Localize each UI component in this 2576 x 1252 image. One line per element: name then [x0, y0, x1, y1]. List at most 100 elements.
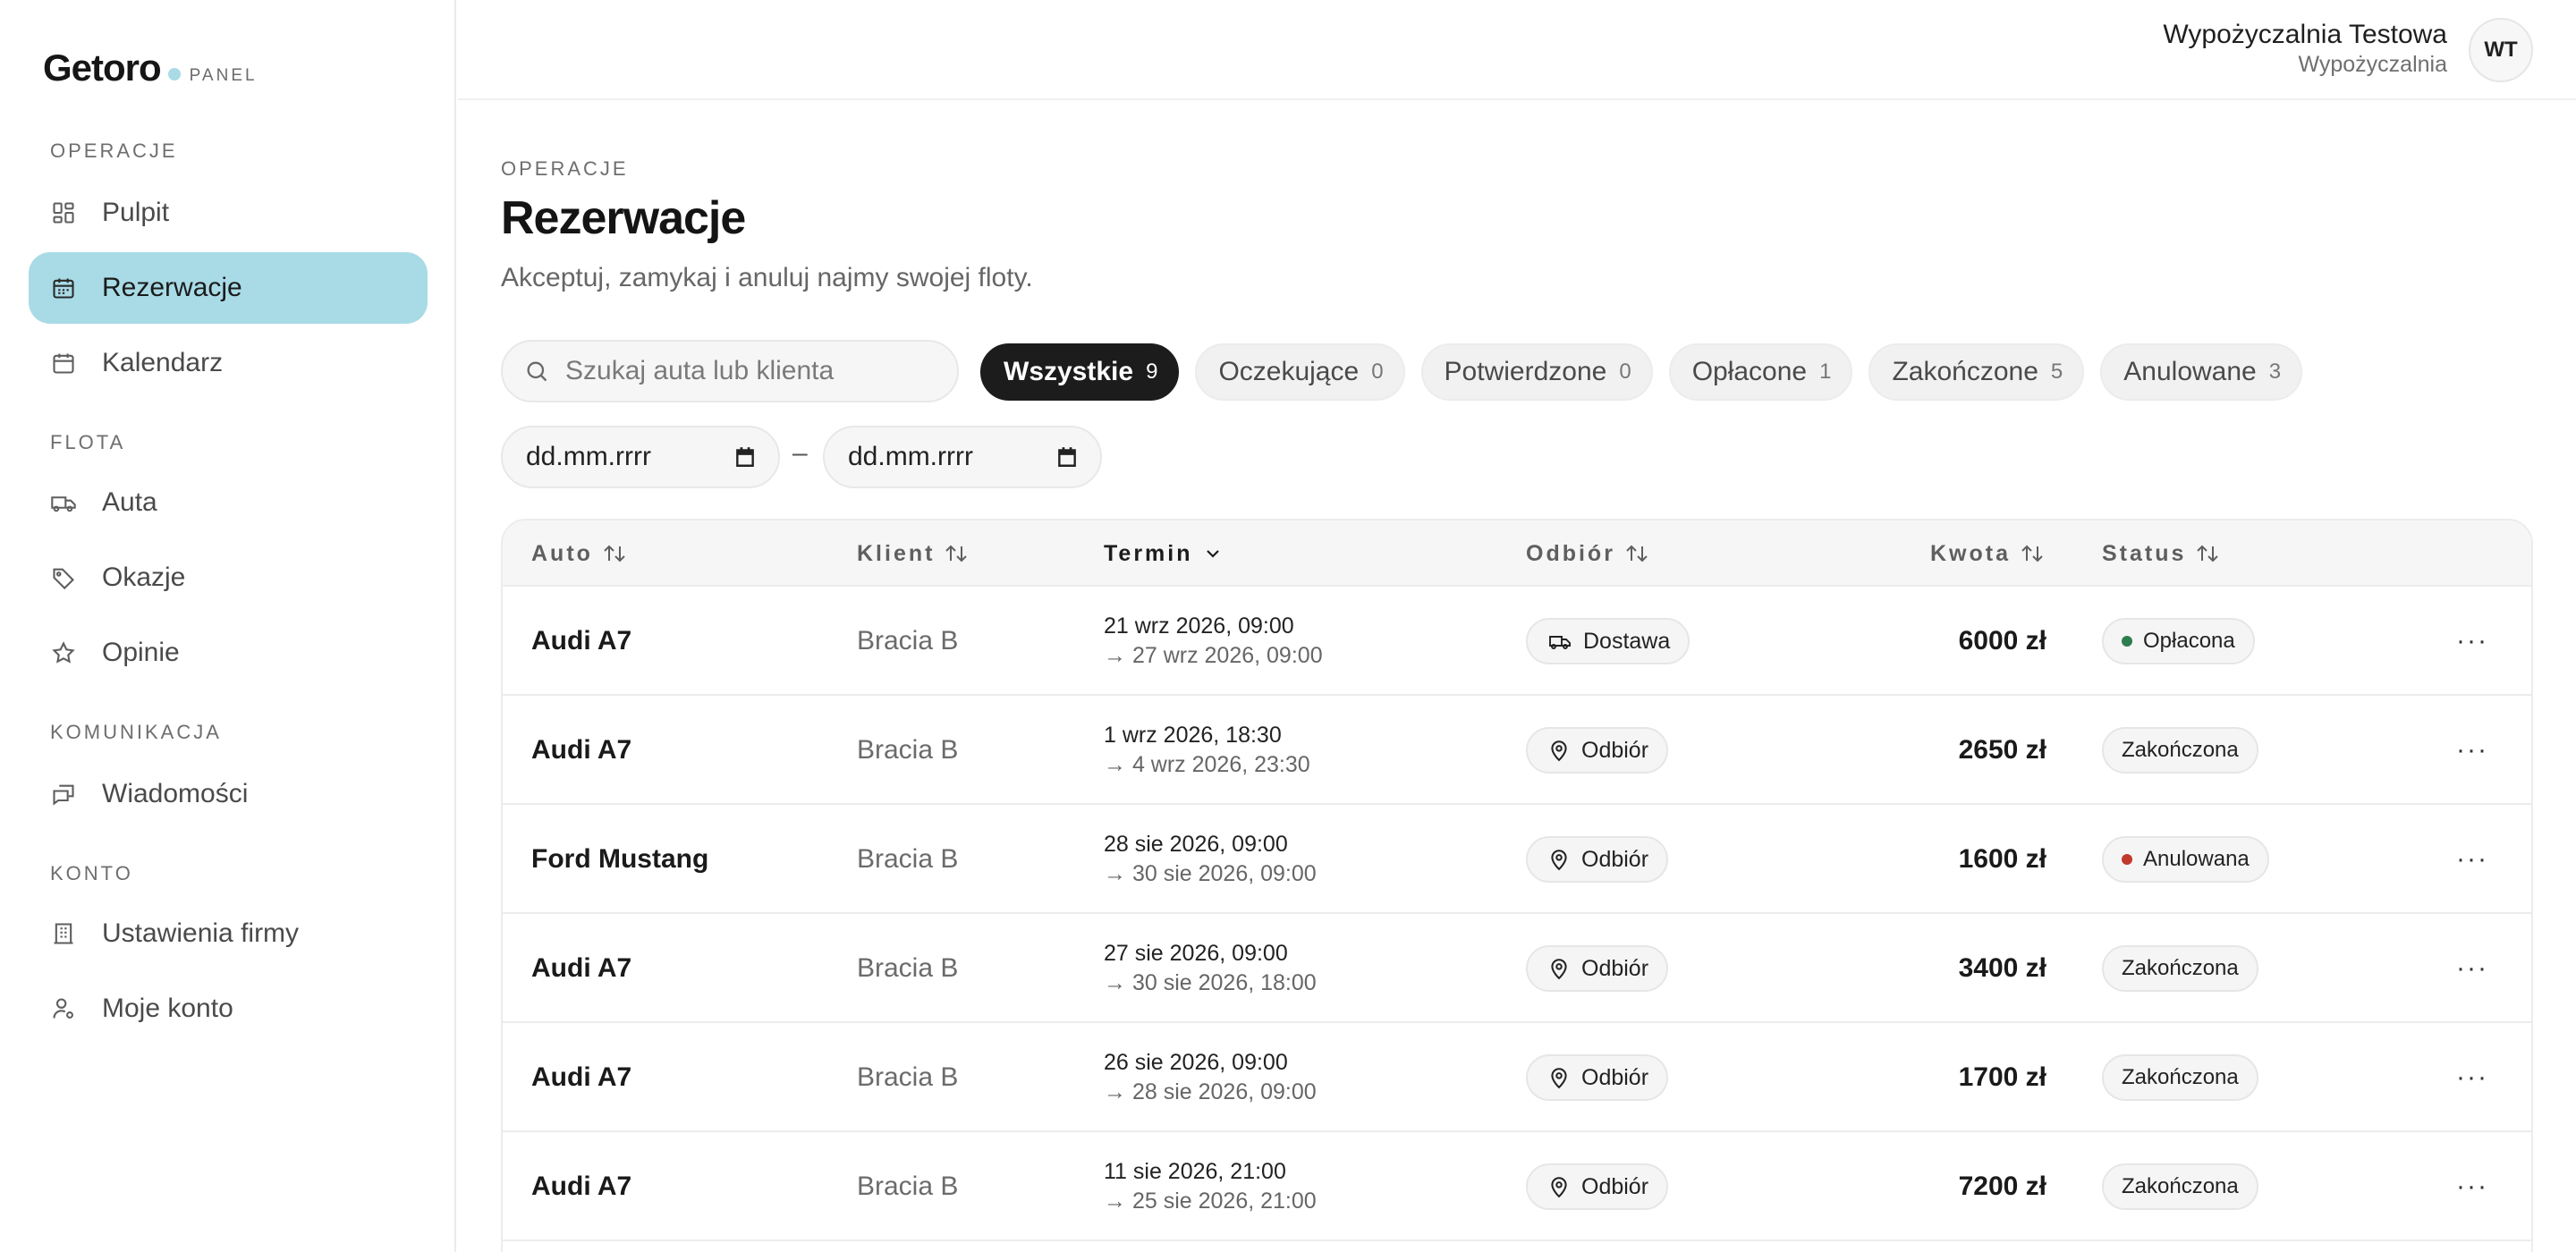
table-row[interactable]: Audi A7 Bracia B 21 wrz 2026, 09:00 → 27 wr…	[503, 587, 2531, 696]
row-actions-button[interactable]: ···	[2445, 587, 2499, 696]
status-badge: Zakończona	[2102, 945, 2258, 992]
tab-anulowane[interactable]: Anulowane 3	[2100, 343, 2303, 401]
sidebar-item-label: Okazje	[102, 563, 186, 592]
pickup-cell: Odbiór	[1526, 1023, 1669, 1132]
table-body: Audi A7 Bracia B 21 wrz 2026, 09:00 → 27 wr…	[503, 587, 2531, 1241]
row-actions-button[interactable]: ···	[2445, 805, 2499, 914]
pickup-badge: Odbiór	[1526, 1163, 1669, 1210]
avatar[interactable]: WT	[2469, 18, 2533, 82]
sidebar-item-wiadomosci[interactable]: Wiadomości	[29, 758, 428, 830]
tab-potwierdzone[interactable]: Potwierdzone 0	[1420, 343, 1653, 401]
status-badge: Zakończona	[2102, 1054, 2258, 1101]
term-end: → 25 sie 2026, 21:00	[1104, 1189, 1317, 1214]
sidebar-item-pulpit[interactable]: Pulpit	[29, 177, 428, 249]
sort-icon	[2195, 543, 2220, 564]
tab-count: 9	[1146, 360, 1158, 384]
row-actions-button[interactable]: ···	[2445, 1132, 2499, 1241]
sidebar-item-label: Auta	[102, 487, 157, 517]
brand-sub: PANEL	[189, 66, 258, 85]
date-to-field[interactable]: dd.mm.rrrr	[823, 426, 1102, 488]
status-cell: Anulowana	[2102, 805, 2269, 914]
location-pin-icon	[1547, 957, 1571, 980]
table-row[interactable]: Audi A7 Bracia B 11 sie 2026, 21:00 → 25 si…	[503, 1132, 2531, 1241]
tab-oplacone[interactable]: Opłacone 1	[1668, 343, 1853, 401]
term-end: → 28 sie 2026, 09:00	[1104, 1079, 1317, 1104]
rental-term: 28 sie 2026, 09:00 → 30 sie 2026, 09:00	[1104, 805, 1317, 914]
calendar-icon[interactable]	[1055, 445, 1079, 469]
user-settings-icon	[50, 995, 77, 1022]
row-actions-button[interactable]: ···	[2445, 1023, 2499, 1132]
location-pin-icon	[1547, 848, 1571, 871]
sidebar-item-label: Moje konto	[102, 994, 233, 1023]
status-label: Anulowana	[2143, 847, 2250, 871]
page-title: Rezerwacje	[501, 192, 746, 244]
pickup-cell: Odbiór	[1526, 805, 1669, 914]
table-row[interactable]: Audi A7 Bracia B 27 sie 2026, 09:00 → 30 si…	[503, 914, 2531, 1023]
pickup-cell: Odbiór	[1526, 914, 1669, 1023]
search-input[interactable]	[565, 356, 923, 386]
sort-icon	[602, 543, 627, 564]
client-name: Bracia B	[857, 1062, 959, 1092]
tab-count: 1	[1819, 360, 1832, 384]
sidebar: Getoro PANEL OPERACJE Pulpit Rezerwacje …	[0, 0, 456, 1252]
column-header-kwota[interactable]: Kwota	[1930, 520, 2045, 587]
search-box	[501, 340, 959, 402]
sidebar-item-rezerwacje[interactable]: Rezerwacje	[29, 252, 428, 324]
pickup-badge: Odbiór	[1526, 945, 1669, 992]
pickup-cell: Odbiór	[1526, 1132, 1669, 1241]
column-header-auto[interactable]: Auto	[531, 520, 627, 587]
sidebar-item-ustawienia-firmy[interactable]: Ustawienia firmy	[29, 898, 428, 969]
user-info[interactable]: Wypożyczalnia Testowa Wypożyczalnia	[2163, 20, 2447, 78]
location-pin-icon	[1547, 739, 1571, 762]
brand-logo[interactable]: Getoro PANEL	[43, 47, 258, 89]
column-header-termin[interactable]: Termin	[1104, 520, 1224, 587]
sidebar-item-label: Opinie	[102, 638, 180, 667]
column-header-klient[interactable]: Klient	[857, 520, 969, 587]
top-bar: Wypożyczalnia Testowa Wypożyczalnia WT	[458, 0, 2576, 100]
pickup-cell: Dostawa	[1526, 587, 1690, 696]
pickup-badge: Odbiór	[1526, 727, 1669, 774]
term-end: → 27 wrz 2026, 09:00	[1104, 643, 1323, 668]
rental-term: 1 wrz 2026, 18:30 → 4 wrz 2026, 23:30	[1104, 696, 1310, 805]
column-label: Odbiór	[1526, 540, 1615, 566]
row-actions-button[interactable]: ···	[2445, 696, 2499, 805]
pickup-badge: Odbiór	[1526, 1054, 1669, 1101]
sidebar-item-auta[interactable]: Auta	[29, 467, 428, 538]
tab-zakonczone[interactable]: Zakończone 5	[1868, 343, 2085, 401]
tab-oczekujace[interactable]: Oczekujące 0	[1195, 343, 1405, 401]
column-label: Termin	[1104, 540, 1193, 566]
row-actions-button[interactable]: ···	[2445, 914, 2499, 1023]
star-icon	[50, 639, 77, 666]
status-badge: Opłacona	[2102, 618, 2255, 664]
nav-section-title: FLOTA	[50, 431, 126, 453]
tab-wszystkie[interactable]: Wszystkie 9	[980, 343, 1180, 401]
column-header-odbior[interactable]: Odbiór	[1526, 520, 1649, 587]
dashboard-icon	[50, 199, 77, 226]
term-start: 28 sie 2026, 09:00	[1104, 832, 1288, 857]
table-row[interactable]: Audi A7 Bracia B 1 wrz 2026, 18:30 → 4 wrz …	[503, 696, 2531, 805]
tab-label: Oczekujące	[1218, 357, 1360, 386]
amount: 7200 zł	[1958, 1172, 2046, 1201]
column-label: Kwota	[1930, 540, 2011, 566]
calendar-icon[interactable]	[733, 445, 757, 469]
date-from-field[interactable]: dd.mm.rrrr	[501, 426, 780, 488]
term-end: → 30 sie 2026, 18:00	[1104, 970, 1317, 995]
tab-label: Opłacone	[1691, 357, 1808, 386]
date-to-value: dd.mm.rrrr	[848, 442, 973, 471]
car-name: Audi A7	[531, 1172, 632, 1201]
column-header-status[interactable]: Status	[2102, 520, 2220, 587]
sidebar-item-opinie[interactable]: Opinie	[29, 617, 428, 689]
table-row[interactable]: Ford Mustang Bracia B 28 sie 2026, 09:00 → …	[503, 805, 2531, 914]
column-label: Status	[2102, 540, 2187, 566]
truck-icon	[50, 489, 77, 516]
table-row[interactable]: Audi A7 Bracia B 26 sie 2026, 09:00 → 28 si…	[503, 1023, 2531, 1132]
sidebar-item-okazje[interactable]: Okazje	[29, 542, 428, 613]
pickup-cell: Odbiór	[1526, 696, 1669, 805]
messages-icon	[50, 781, 77, 808]
term-end: → 30 sie 2026, 09:00	[1104, 861, 1317, 886]
status-cell: Opłacona	[2102, 587, 2255, 696]
sidebar-item-moje-konto[interactable]: Moje konto	[29, 973, 428, 1045]
sidebar-item-label: Rezerwacje	[102, 273, 242, 302]
rental-term: 27 sie 2026, 09:00 → 30 sie 2026, 18:00	[1104, 914, 1317, 1023]
sidebar-item-kalendarz[interactable]: Kalendarz	[29, 327, 428, 399]
